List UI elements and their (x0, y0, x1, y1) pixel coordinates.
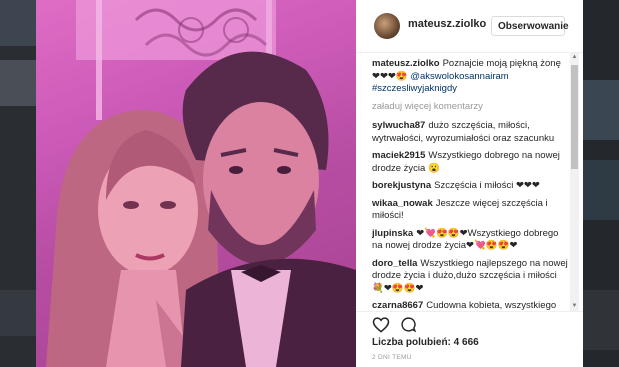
background-thumbnail (583, 290, 619, 350)
likes-count[interactable]: Liczba polubień: 4 666 (372, 337, 479, 348)
comment-username[interactable]: jlupinska (372, 228, 413, 239)
scroll-up-arrow-icon[interactable]: ▲ (570, 53, 579, 62)
comments-scrollbar[interactable]: ▲ ▼ (570, 53, 579, 311)
comment-username[interactable]: doro_tella (372, 258, 417, 269)
comment-item: sylwucha87 dużo szczęścia, miłości, wytrw… (372, 120, 568, 145)
scrollbar-thumb[interactable] (571, 65, 578, 169)
post-photo-illustration (36, 0, 356, 367)
comment-username[interactable]: maciek2915 (372, 150, 425, 161)
load-more-comments[interactable]: załaduj więcej komentarzy (372, 101, 568, 114)
background-thumbnail (0, 60, 36, 106)
post-header: mateusz.ziolko Obserwowanie (356, 0, 583, 53)
comment-item: borekjustyna Szczęścia i miłości ❤❤❤ (372, 180, 568, 193)
comment-item: czarna8667Cudowna kobieta, wszystkiego n… (372, 300, 568, 310)
post-author-username[interactable]: mateusz.ziolko (408, 18, 486, 30)
comment-icon[interactable] (400, 316, 417, 338)
background-thumbnail (583, 80, 619, 140)
comment-username[interactable]: borekjustyna (372, 180, 431, 191)
comment-item: wikaa_nowak Jeszcze więcej szczęścia i mi… (372, 198, 568, 223)
background-page-left (0, 0, 36, 367)
comment-item: jlupinska ❤💘😍😍❤Wszystkiego dobrego na now… (372, 228, 568, 253)
post-photo[interactable] (36, 0, 356, 367)
background-page-right (583, 0, 619, 367)
scroll-down-arrow-icon[interactable]: ▼ (570, 302, 579, 311)
follow-button[interactable]: Obserwowanie (491, 16, 569, 36)
post-actions: Liczba polubień: 4 666 2 DNI TEMU (356, 311, 583, 367)
post-caption: mateusz.ziolko Poznajcie moją piękną żonę… (372, 58, 568, 96)
post-timestamp[interactable]: 2 DNI TEMU (372, 354, 412, 361)
comments-list: mateusz.ziolko Poznajcie moją piękną żonę… (372, 58, 568, 310)
comment-item: doro_tella Wszystkiego najlepszego na now… (372, 258, 568, 296)
comment-text: Szczęścia i miłości ❤❤❤ (434, 180, 540, 191)
background-thumbnail (0, 290, 36, 336)
avatar[interactable] (374, 13, 400, 39)
comment-item: maciek2915 Wszystkiego dobrego na nowej d… (372, 150, 568, 175)
comment-username[interactable]: sylwucha87 (372, 120, 425, 131)
post-side-panel: mateusz.ziolko Obserwowanie mateusz.ziol… (356, 0, 583, 367)
caption-mention[interactable]: @akswolokosannairam (410, 71, 508, 82)
background-thumbnail (583, 160, 619, 220)
heart-icon[interactable] (372, 316, 390, 338)
comment-username[interactable]: czarna8667 (372, 300, 423, 310)
comment-username[interactable]: wikaa_nowak (372, 198, 433, 209)
caption-username[interactable]: mateusz.ziolko (372, 58, 440, 69)
background-thumbnail (0, 0, 36, 46)
caption-hashtag[interactable]: #szczesliwyjaknigdy (372, 83, 457, 94)
